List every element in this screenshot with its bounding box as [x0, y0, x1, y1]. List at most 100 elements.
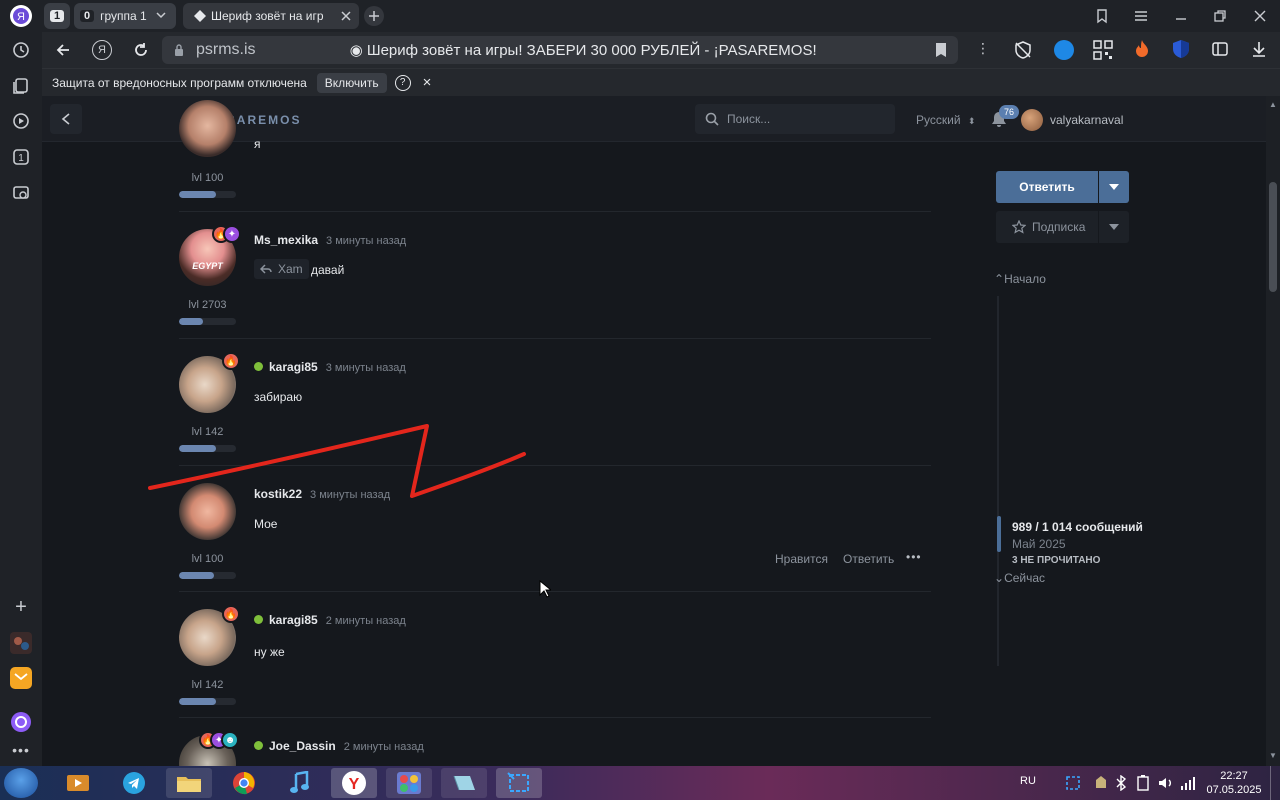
post-text: ну же: [254, 645, 285, 659]
minimize-icon[interactable]: [1173, 8, 1189, 29]
notes-taskbar-icon[interactable]: [441, 768, 487, 798]
reply-dropdown-icon[interactable]: [1099, 171, 1129, 203]
yandex-logo-icon[interactable]: Я: [9, 4, 33, 28]
new-tab-icon[interactable]: [364, 6, 384, 26]
battery-icon[interactable]: [1136, 775, 1150, 796]
tab-active[interactable]: Шериф зовёт на игр: [183, 3, 359, 29]
reply-button[interactable]: Ответить: [843, 552, 894, 566]
music-taskbar-icon[interactable]: [276, 768, 322, 798]
more-actions-icon[interactable]: •••: [906, 550, 922, 564]
search-icon: [705, 112, 719, 126]
unread-count[interactable]: 3 НЕ ПРОЧИТАНО: [1012, 555, 1100, 566]
post-header: karagi85 2 минуты назад: [254, 611, 406, 629]
app-pinned-icon[interactable]: [9, 631, 33, 655]
user-name[interactable]: valyakarnaval: [1050, 113, 1123, 127]
subscribe-dropdown-icon[interactable]: [1099, 211, 1129, 243]
svg-text:Я: Я: [17, 11, 25, 23]
back-icon[interactable]: [54, 41, 72, 64]
video-icon[interactable]: [9, 109, 33, 133]
collections-icon[interactable]: [9, 74, 33, 98]
language-selector[interactable]: Русский ⬍: [916, 113, 975, 127]
thread-scrubber-handle[interactable]: [997, 516, 1001, 552]
tab-close-icon[interactable]: [339, 9, 353, 23]
input-language[interactable]: RU: [1020, 775, 1036, 787]
post-time[interactable]: 2 минуты назад: [326, 615, 406, 627]
sidepanel-icon[interactable]: [1211, 40, 1229, 63]
sidebar-toggle-icon[interactable]: [50, 104, 82, 134]
double-up-icon: ⌃: [994, 272, 1005, 286]
tray-app-icon[interactable]: [1094, 775, 1108, 796]
yandex-browser-taskbar-icon[interactable]: Y: [331, 768, 377, 798]
subscribe-button[interactable]: Подписка: [996, 211, 1098, 243]
post-time[interactable]: 3 минуты назад: [326, 362, 406, 374]
close-window-icon[interactable]: [1252, 8, 1268, 29]
mail-icon[interactable]: [9, 666, 33, 690]
telegram-taskbar-icon[interactable]: [111, 768, 157, 798]
post-username[interactable]: karagi85: [269, 613, 318, 627]
show-desktop-button[interactable]: [1270, 766, 1280, 800]
shield-extension-icon[interactable]: [1172, 39, 1190, 64]
network-signal-icon[interactable]: [1180, 775, 1196, 796]
snipping-tool-taskbar-icon[interactable]: [496, 768, 542, 798]
tab-counter[interactable]: 1: [44, 3, 70, 29]
user-avatar[interactable]: [1021, 109, 1043, 131]
thread-now-link[interactable]: ⌄Сейчас: [994, 571, 1045, 585]
bookmark-icon[interactable]: [934, 42, 948, 63]
scroll-down-icon[interactable]: ▼: [1269, 751, 1277, 760]
post-header: karagi85 3 минуты назад: [254, 358, 406, 376]
thread-reply-button[interactable]: Ответить: [996, 171, 1098, 203]
thread-start-link[interactable]: ⌃Начало: [994, 272, 1046, 286]
yandex-home-icon[interactable]: Я: [92, 40, 112, 60]
bookmarks-panel-icon[interactable]: [1094, 8, 1110, 29]
screenshot-icon[interactable]: [9, 181, 33, 205]
download-icon[interactable]: [1250, 40, 1268, 63]
like-button[interactable]: Нравится: [775, 552, 828, 566]
help-icon[interactable]: ?: [394, 74, 411, 91]
restore-icon[interactable]: [1212, 8, 1228, 29]
xp-bar: [179, 572, 236, 579]
omnibox[interactable]: psrms.is ◉ Шериф зовёт на игры! ЗАБЕРИ 3…: [162, 36, 958, 64]
bluetooth-icon[interactable]: [1116, 774, 1127, 796]
alice-icon[interactable]: [9, 710, 33, 734]
speaker-icon[interactable]: [1158, 775, 1174, 796]
post-avatar[interactable]: [179, 100, 236, 157]
post-level: lvl 100: [191, 172, 224, 184]
post-username[interactable]: Ms_mexika: [254, 233, 318, 247]
subscribe-label: Подписка: [1032, 220, 1086, 234]
chrome-taskbar-icon[interactable]: [221, 768, 267, 798]
more-icon[interactable]: •••: [9, 738, 33, 762]
chevron-down-icon[interactable]: [154, 8, 170, 24]
fire-badge-icon: 🔥: [222, 352, 240, 370]
shazam-extension-icon[interactable]: [1054, 40, 1074, 60]
thread-scrubber-track[interactable]: [997, 296, 999, 666]
tab-counter-icon[interactable]: 1: [9, 145, 33, 169]
post-time[interactable]: 3 минуты назад: [326, 235, 406, 247]
site-search[interactable]: Поиск...: [695, 104, 895, 134]
menu-icon[interactable]: [1133, 8, 1149, 29]
protect-off-icon[interactable]: [1014, 41, 1032, 64]
post-username[interactable]: Joe_Dassin: [269, 739, 336, 753]
enable-protection-button[interactable]: Включить: [316, 72, 387, 93]
post-time[interactable]: 2 минуты назад: [344, 741, 424, 753]
reply-quote[interactable]: Хаm: [254, 259, 309, 279]
history-icon[interactable]: [9, 38, 33, 62]
online-indicator: [254, 362, 263, 371]
infobar-message: Защита от вредоносных программ отключена: [52, 75, 307, 90]
qr-code-icon[interactable]: [1093, 40, 1113, 65]
app-grid-taskbar-icon[interactable]: [386, 768, 432, 798]
fire-extension-icon[interactable]: [1133, 39, 1151, 64]
start-button-icon[interactable]: [4, 768, 38, 798]
kebab-menu-icon[interactable]: ⋮: [976, 40, 990, 57]
page-scrollbar[interactable]: ▲ ▼: [1266, 96, 1280, 766]
scroll-thumb[interactable]: [1269, 182, 1277, 292]
post-username[interactable]: karagi85: [269, 360, 318, 374]
explorer-taskbar-icon[interactable]: [166, 768, 212, 798]
infobar-close-icon[interactable]: ×: [423, 74, 432, 91]
clock[interactable]: 22:27 07.05.2025: [1204, 769, 1264, 797]
scroll-up-icon[interactable]: ▲: [1269, 100, 1277, 109]
star-badge-icon: ✦: [223, 225, 241, 243]
add-icon[interactable]: +: [9, 595, 33, 619]
tray-screenshot-icon[interactable]: [1066, 776, 1080, 795]
reload-icon[interactable]: [132, 41, 150, 64]
media-player-taskbar-icon[interactable]: [55, 768, 101, 798]
